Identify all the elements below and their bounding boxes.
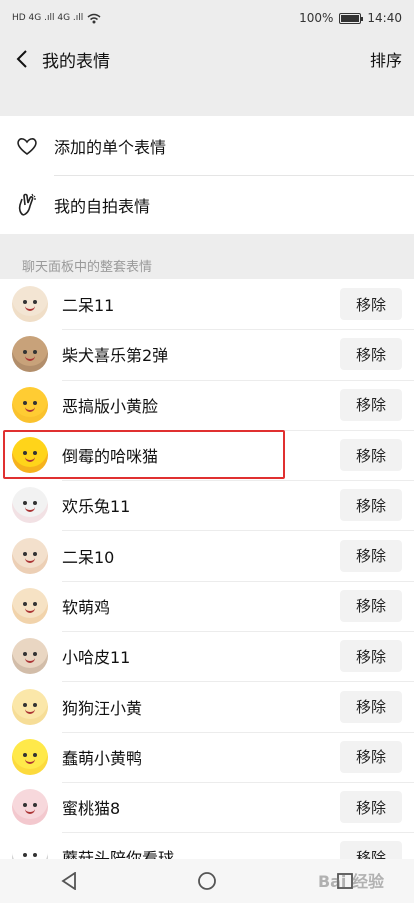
sticker-pack-thumbnail-icon <box>12 738 48 775</box>
sticker-pack-title: 恶搞版小黄脸 <box>62 396 159 416</box>
watermark-logo: Bai 经验 <box>317 872 384 891</box>
added-stickers-label: 添加的单个表情 <box>54 137 167 157</box>
back-arrow-icon[interactable] <box>12 49 32 69</box>
remove-button[interactable]: 移除 <box>340 589 402 622</box>
sticker-pack-thumbnail-icon <box>12 839 48 859</box>
sticker-pack-row[interactable]: 二呆11 移除 <box>0 279 414 329</box>
sticker-pack-title: 狗狗汪小黄 <box>62 698 143 718</box>
top-menu-list: 添加的单个表情 我的自拍表情 <box>0 116 414 234</box>
title-bar: 我的表情 排序 <box>0 36 414 82</box>
sticker-pack-title: 蘑菇头陪你看球 <box>62 849 175 859</box>
signal-text: HD 4G .ıll 4G .ıll <box>12 13 84 23</box>
remove-button[interactable]: 移除 <box>340 439 402 472</box>
sticker-pack-thumbnail-icon <box>12 336 48 373</box>
sticker-pack-title: 蠢萌小黄鸭 <box>62 748 143 768</box>
sticker-pack-thumbnail-icon <box>12 437 48 474</box>
remove-button[interactable]: 移除 <box>340 690 402 723</box>
sticker-pack-row[interactable]: 恶搞版小黄脸 移除 <box>0 379 414 430</box>
sticker-pack-row[interactable]: 蠢萌小黄鸭 移除 <box>0 731 414 782</box>
sticker-pack-title: 欢乐兔11 <box>62 497 131 517</box>
remove-button[interactable]: 移除 <box>340 841 402 859</box>
sticker-pack-row[interactable]: 欢乐兔11 移除 <box>0 480 414 530</box>
sort-button[interactable]: 排序 <box>370 47 402 71</box>
sticker-pack-row[interactable]: 柴犬喜乐第2弹 移除 <box>0 329 414 379</box>
sticker-pack-row[interactable]: 蜜桃猫8 移除 <box>0 781 414 832</box>
remove-button[interactable]: 移除 <box>340 791 402 824</box>
selfie-stickers-item[interactable]: 我的自拍表情 <box>0 175 414 234</box>
sticker-pack-title: 蜜桃猫8 <box>62 799 121 819</box>
sticker-pack-list: 二呆11 移除 柴犬喜乐第2弹 移除 恶搞版小黄脸 移除 倒霉的哈咪猫 移除 欢乐兔11 移除 二呆… <box>0 279 414 859</box>
nav-home-icon[interactable] <box>187 866 227 896</box>
heart-outline-icon <box>14 133 40 159</box>
sticker-pack-title: 倒霉的哈咪猫 <box>62 447 159 467</box>
sticker-pack-thumbnail-icon <box>12 487 48 524</box>
sticker-pack-row[interactable]: 软萌鸡 移除 <box>0 580 414 631</box>
clock: 14:40 <box>367 11 402 25</box>
sticker-pack-thumbnail-icon <box>12 537 48 574</box>
sticker-pack-thumbnail-icon <box>12 638 48 675</box>
sticker-pack-thumbnail-icon <box>12 386 48 423</box>
battery-percent: 100% <box>299 11 334 25</box>
remove-button[interactable]: 移除 <box>340 489 402 522</box>
section-heading: 聊天面板中的整套表情 <box>22 260 153 275</box>
remove-button[interactable]: 移除 <box>340 388 402 421</box>
sticker-pack-title: 软萌鸡 <box>62 597 111 617</box>
nav-back-icon[interactable] <box>49 866 89 896</box>
sticker-pack-title: 二呆10 <box>62 547 115 567</box>
sticker-pack-row[interactable]: 倒霉的哈咪猫 移除 <box>0 429 414 480</box>
sticker-pack-thumbnail-icon <box>12 587 48 624</box>
sticker-pack-title: 二呆11 <box>62 296 115 316</box>
selfie-stickers-label: 我的自拍表情 <box>54 196 151 216</box>
remove-button[interactable]: 移除 <box>340 288 402 321</box>
status-bar: HD 4G .ıll 4G .ıll 100% 14:40 <box>0 0 414 36</box>
sticker-pack-thumbnail-icon <box>12 286 48 323</box>
sticker-pack-thumbnail-icon <box>12 688 48 725</box>
battery-icon <box>339 12 364 24</box>
hand-gesture-icon <box>14 192 40 218</box>
remove-button[interactable]: 移除 <box>340 740 402 773</box>
remove-button[interactable]: 移除 <box>340 640 402 673</box>
wifi-icon <box>87 13 101 23</box>
sticker-pack-row[interactable]: 蘑菇头陪你看球 移除 <box>0 832 414 859</box>
page-title: 我的表情 <box>42 51 110 72</box>
added-stickers-item[interactable]: 添加的单个表情 <box>0 116 414 175</box>
remove-button[interactable]: 移除 <box>340 338 402 371</box>
remove-button[interactable]: 移除 <box>340 539 402 572</box>
sticker-pack-row[interactable]: 二呆10 移除 <box>0 530 414 580</box>
signal-indicators: HD 4G .ıll 4G .ıll <box>12 13 101 24</box>
sticker-pack-thumbnail-icon <box>12 789 48 826</box>
sticker-pack-title: 小哈皮11 <box>62 648 131 668</box>
sticker-pack-row[interactable]: 小哈皮11 移除 <box>0 631 414 681</box>
sticker-pack-row[interactable]: 狗狗汪小黄 移除 <box>0 681 414 731</box>
sticker-pack-title: 柴犬喜乐第2弹 <box>62 346 169 366</box>
